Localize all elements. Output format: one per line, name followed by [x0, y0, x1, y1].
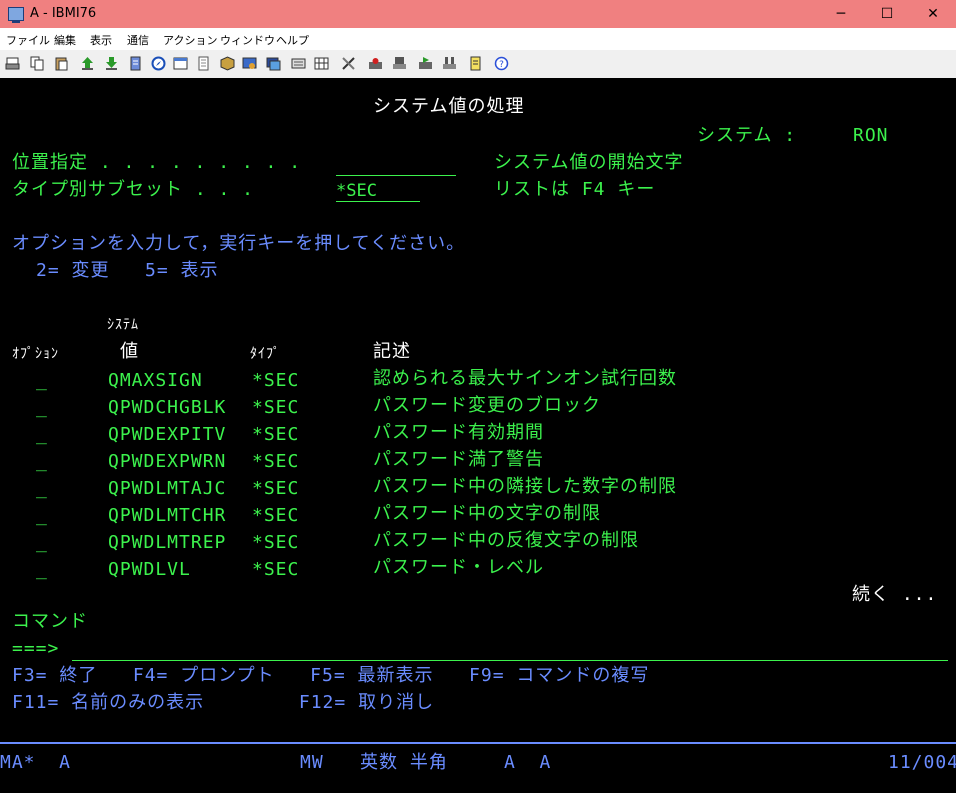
row-option-input[interactable]: _	[36, 532, 48, 554]
row-name: QPWDLMTAJC	[108, 478, 227, 499]
subset-input[interactable]: *SEC	[336, 181, 420, 202]
row-type: *SEC	[252, 424, 300, 445]
row-type: *SEC	[252, 559, 300, 580]
menu-help[interactable]: ヘルプ	[276, 32, 309, 48]
paste-icon[interactable]	[54, 56, 69, 71]
more-indicator: 続く ...	[852, 584, 938, 605]
maximize-button[interactable]: ☐	[864, 0, 910, 28]
row-name: QPWDLMTCHR	[108, 505, 227, 526]
col-header-option: ｵﾌﾟｼｮﾝ	[12, 346, 59, 362]
record-icon[interactable]	[368, 56, 383, 71]
status-input-mode: 英数 半角	[360, 752, 448, 773]
row-description: パスワード有効期間	[373, 422, 544, 443]
status-indicator: MA* A	[0, 752, 72, 773]
receive-file-icon[interactable]	[104, 56, 119, 71]
status-mode: MW	[300, 752, 324, 773]
instruction-text: オプションを入力して，実行キーを押してください。	[12, 233, 466, 254]
position-input[interactable]	[336, 155, 456, 176]
subset-hint: リストは F4 キー	[494, 179, 656, 200]
grid-icon[interactable]	[314, 56, 329, 71]
row-option-input[interactable]: _	[36, 559, 48, 581]
document-icon[interactable]	[196, 56, 211, 71]
send-file-icon[interactable]	[80, 56, 95, 71]
row-name: QPWDLVL	[108, 559, 191, 580]
play-icon[interactable]	[418, 56, 433, 71]
screen-title: システム値の処理	[373, 96, 525, 117]
menu-communication[interactable]: 通信	[127, 32, 149, 48]
help-icon[interactable]: ?	[494, 56, 509, 71]
position-label: 位置指定 . . . . . . . . .	[12, 152, 302, 173]
toolbar: ?	[0, 50, 956, 79]
menu-file[interactable]: ファイル	[6, 32, 50, 48]
row-type: *SEC	[252, 397, 300, 418]
status-bar: MA* A MW 英数 半角 A A 11/004	[0, 742, 956, 793]
menu-view[interactable]: 表示	[90, 32, 112, 48]
pause-icon[interactable]	[442, 56, 457, 71]
row-name: QPWDCHGBLK	[108, 397, 227, 418]
row-type: *SEC	[252, 451, 300, 472]
menu-action[interactable]: アクション	[163, 32, 217, 48]
function-keys-line-2: F11= 名前のみの表示 F12= 取り消し	[12, 692, 435, 713]
row-name: QPWDEXPITV	[108, 424, 227, 445]
col-header-type: ﾀｲﾌﾟ	[250, 346, 281, 362]
command-prompt: ===>	[12, 638, 60, 659]
row-type: *SEC	[252, 505, 300, 526]
menu-bar: ファイル 編集 表示 通信 アクション ウィンドウ ヘルプ	[0, 28, 956, 50]
macro-icon[interactable]	[128, 56, 143, 71]
package-icon[interactable]	[220, 56, 235, 71]
row-option-input[interactable]: _	[36, 451, 48, 473]
print-screen-icon[interactable]	[5, 56, 20, 71]
session-icon[interactable]	[266, 56, 281, 71]
row-description: パスワード満了警告	[373, 449, 544, 470]
row-description: パスワード中の反復文字の制限	[373, 530, 639, 551]
status-shift: A A	[504, 752, 552, 773]
close-button[interactable]: ✕	[910, 0, 956, 28]
tools-icon[interactable]	[341, 56, 356, 71]
row-option-input[interactable]: _	[36, 424, 48, 446]
menu-window[interactable]: ウィンドウ	[220, 32, 275, 48]
position-hint: システム値の開始文字	[494, 152, 684, 173]
row-description: パスワード中の隣接した数字の制限	[373, 476, 677, 497]
stop-icon[interactable]	[392, 56, 407, 71]
row-type: *SEC	[252, 478, 300, 499]
options-line: 2= 変更 5= 表示	[36, 260, 219, 281]
row-option-input[interactable]: _	[36, 397, 48, 419]
command-input[interactable]	[72, 660, 948, 661]
row-type: *SEC	[252, 532, 300, 553]
row-description: 認められる最大サインオン試行回数	[373, 368, 677, 389]
row-name: QPWDLMTREP	[108, 532, 227, 553]
menu-edit[interactable]: 編集	[54, 32, 76, 48]
row-option-input[interactable]: _	[36, 478, 48, 500]
minimize-button[interactable]: ─	[818, 0, 864, 28]
col-header-system: ｼｽﾃﾑ	[107, 317, 139, 333]
row-option-input[interactable]: _	[36, 505, 48, 527]
title-bar: A - IBMI76 ─ ☐ ✕	[0, 0, 956, 28]
row-description: パスワード中の文字の制限	[373, 503, 601, 524]
command-label: コマンド	[12, 611, 88, 632]
display-window-icon[interactable]	[173, 56, 188, 71]
col-header-value: 値	[120, 341, 139, 362]
row-name: QPWDEXPWRN	[108, 451, 227, 472]
row-name: QMAXSIGN	[108, 370, 203, 391]
row-option-input[interactable]: _	[36, 370, 48, 392]
subset-label: タイプ別サブセット . . .	[12, 179, 255, 200]
status-cursor-position: 11/004	[888, 752, 956, 773]
col-header-desc: 記述	[373, 341, 411, 362]
system-label: システム :	[697, 125, 797, 146]
copy-icon[interactable]	[30, 56, 45, 71]
terminal-screen: システム値の処理 システム : RON 位置指定 . . . . . . . .…	[0, 78, 956, 742]
keyboard-icon[interactable]	[291, 56, 306, 71]
configure-icon[interactable]	[242, 56, 257, 71]
navigator-icon[interactable]	[151, 56, 166, 71]
function-keys-line-1: F3= 終了 F4= プロンプト F5= 最新表示 F9= コマンドの複写	[12, 665, 650, 686]
notes-icon[interactable]	[468, 56, 483, 71]
row-description: パスワード・レベル	[373, 557, 544, 578]
window-title: A - IBMI76	[30, 6, 97, 21]
system-name: RON	[853, 125, 889, 146]
terminal-app-icon	[8, 7, 24, 23]
svg-text:?: ?	[499, 60, 504, 70]
row-type: *SEC	[252, 370, 300, 391]
row-description: パスワード変更のブロック	[373, 395, 601, 416]
